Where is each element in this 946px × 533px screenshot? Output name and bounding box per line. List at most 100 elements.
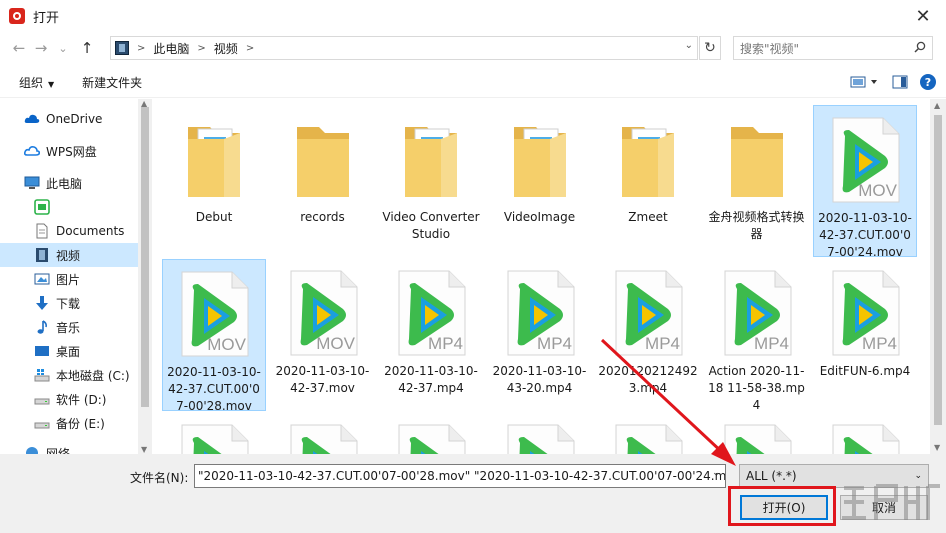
recent-locations-button[interactable]: ⌄	[52, 37, 74, 59]
scroll-up-icon[interactable]: ▲	[934, 101, 940, 110]
file-extension-label: MOV	[858, 181, 897, 200]
refresh-button[interactable]: ↻	[699, 36, 721, 60]
video-file-item[interactable]: MP4 Action 2020-11-18 11-58-38.mp4	[705, 259, 809, 414]
window-title: 打开	[33, 10, 60, 26]
address-dropdown-icon[interactable]: ⌄	[685, 40, 693, 51]
search-icon	[914, 41, 926, 53]
video-file-item[interactable]	[596, 413, 700, 454]
video-file-icon: MP4	[507, 270, 574, 356]
sidebar-item-label: WPS网盘	[46, 144, 97, 159]
dropdown-triangle-icon: ▼	[48, 80, 55, 89]
sidebar-item-pictures[interactable]: 图片	[0, 267, 138, 291]
scrollbar-thumb[interactable]	[934, 115, 942, 425]
organize-menu[interactable]: 组织 ▼	[19, 74, 54, 91]
sidebar-item-this-pc[interactable]: 此电脑	[0, 171, 138, 195]
up-arrow-icon: ↑	[80, 39, 94, 57]
folder-icon	[730, 127, 783, 197]
video-file-item[interactable]: MP4 20201202124923.mp4	[596, 259, 700, 397]
sidebar-item-music[interactable]: 音乐	[0, 315, 138, 339]
video-file-item[interactable]	[162, 413, 266, 454]
sidebar-item-desktop[interactable]: 桌面	[0, 339, 138, 363]
video-file-icon: MOV	[832, 117, 900, 203]
file-thumbnail	[598, 417, 698, 454]
video-file-item[interactable]	[271, 413, 375, 454]
sidebar-scrollbar[interactable]: ▲ ▼	[138, 99, 152, 454]
folder-item[interactable]: Zmeet	[596, 105, 700, 226]
video-file-item[interactable]: MOV 2020-11-03-10-42-37.CUT.00'07-00'24.…	[813, 105, 917, 259]
sidebar-item-onedrive[interactable]: OneDrive	[0, 107, 138, 131]
video-file-item[interactable]: MP4 2020-11-03-10-42-37.mp4	[379, 259, 483, 397]
scrollbar-thumb[interactable]	[141, 107, 149, 407]
video-file-item[interactable]	[488, 413, 592, 454]
breadcrumb-this-pc[interactable]: 此电脑	[153, 40, 189, 57]
video-file-icon: MP4	[615, 270, 683, 356]
sidebar-item-drive-e[interactable]: 备份 (E:)	[0, 411, 138, 435]
computer-icon	[24, 176, 40, 189]
folder-item[interactable]: records	[271, 105, 375, 226]
video-file-item[interactable]: MOV 2020-11-03-10-42-37.CUT.00'07-00'28.…	[162, 259, 266, 413]
breadcrumb-separator-icon: >	[137, 42, 146, 54]
filename-input[interactable]: "2020-11-03-10-42-37.CUT.00'07-00'28.mov…	[194, 464, 726, 488]
file-thumbnail	[490, 109, 590, 209]
dialog-footer: 文件名(N): "2020-11-03-10-42-37.CUT.00'07-0…	[0, 454, 946, 533]
open-button[interactable]: 打开(O)	[740, 495, 828, 520]
folder-item[interactable]: VideoImage	[488, 105, 592, 226]
sidebar-item-drive-d[interactable]: 软件 (D:)	[0, 387, 138, 411]
video-file-icon	[181, 424, 249, 454]
file-thumbnail: MP4	[707, 263, 807, 363]
filetype-value: ALL (*.*)	[746, 469, 797, 483]
video-file-item[interactable]	[379, 413, 483, 454]
file-list-scrollbar[interactable]: ▲ ▼	[930, 99, 946, 454]
sidebar-item-videos[interactable]: 视频	[0, 243, 138, 267]
sidebar-item-label: 音乐	[56, 320, 81, 335]
up-button[interactable]: ↑	[76, 37, 98, 59]
folder-icon	[405, 127, 457, 197]
file-name: VideoImage	[503, 210, 576, 224]
video-file-item[interactable]: MP4 2020-11-03-10-43-20.mp4	[488, 259, 592, 397]
sidebar-item-documents[interactable]: Documents	[0, 219, 138, 243]
video-file-icon	[290, 424, 357, 454]
sidebar-item-network[interactable]: 网络	[0, 441, 138, 454]
video-file-item[interactable]: MOV 2020-11-03-10-42-37.mov	[271, 259, 375, 397]
scroll-down-icon[interactable]: ▼	[934, 443, 940, 452]
file-name: records	[300, 210, 345, 224]
forward-arrow-icon: →	[34, 39, 48, 57]
video-file-item[interactable]	[813, 413, 917, 454]
view-options-icon[interactable]	[850, 74, 880, 90]
breadcrumb-videos[interactable]: 视频	[214, 40, 238, 57]
folder-icon	[513, 127, 566, 197]
help-icon[interactable]: ?	[920, 74, 936, 90]
organize-label: 组织	[19, 76, 44, 90]
file-name: Action 2020-11-18 11-58-38.mp4	[708, 364, 805, 412]
file-name: 2020-11-03-10-42-37.CUT.00'07-00'24.mov	[818, 211, 912, 259]
scroll-down-icon[interactable]: ▼	[141, 445, 147, 454]
folder-item[interactable]: Video Converter Studio	[379, 105, 483, 243]
folder-item[interactable]: 金舟视频格式转换器	[705, 105, 809, 243]
sidebar-item-green-app[interactable]	[0, 195, 138, 219]
file-list: Debut records Video Converter Studio Vid…	[160, 99, 930, 454]
video-file-icon	[507, 424, 574, 454]
video-file-item[interactable]: MP4 EditFUN-6.mp4	[813, 259, 917, 380]
folder-icon	[622, 127, 674, 197]
video-file-item[interactable]	[705, 413, 809, 454]
close-button[interactable]: ✕	[900, 0, 946, 32]
video-folder-icon	[115, 41, 129, 55]
refresh-icon: ↻	[704, 40, 716, 56]
download-icon	[36, 296, 48, 310]
folder-item[interactable]: Debut	[162, 105, 266, 226]
new-folder-button[interactable]: 新建文件夹	[82, 74, 142, 91]
sidebar-item-downloads[interactable]: 下载	[0, 291, 138, 315]
search-input[interactable]: 搜索"视频"	[733, 36, 933, 60]
sidebar-item-wps-cloud[interactable]: WPS网盘	[0, 139, 138, 163]
back-button[interactable]: ←	[8, 37, 30, 59]
file-extension-label: MOV	[316, 334, 355, 353]
address-bar[interactable]: > 此电脑 > 视频 > ⌄	[110, 36, 698, 60]
file-extension-label: MOV	[207, 335, 246, 354]
sidebar-item-label: 软件 (D:)	[56, 392, 107, 407]
drive-icon	[34, 422, 50, 429]
title-bar: 打开 ✕	[0, 0, 946, 32]
forward-button[interactable]: →	[30, 37, 52, 59]
preview-pane-icon[interactable]	[892, 74, 908, 90]
sidebar-item-drive-c[interactable]: 本地磁盘 (C:)	[0, 363, 138, 387]
filename-history-dropdown-icon[interactable]: ⌄	[712, 468, 720, 478]
